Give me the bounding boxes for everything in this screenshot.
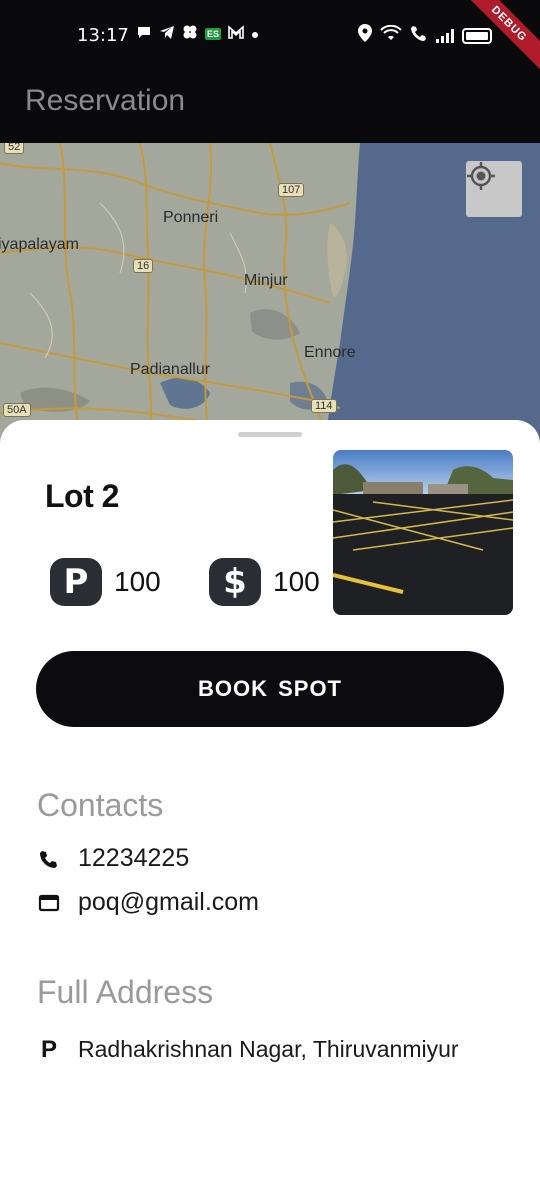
contacts-title: Contacts bbox=[37, 787, 164, 823]
system-icons bbox=[358, 24, 492, 47]
status-time: 13:17 bbox=[77, 25, 129, 46]
lot-name: Lot 2 bbox=[45, 478, 119, 514]
web-window-icon bbox=[38, 891, 60, 915]
gmail-icon bbox=[228, 25, 244, 42]
my-location-icon bbox=[467, 162, 495, 190]
parking-icon: P bbox=[40, 1035, 57, 1063]
phone-row[interactable]: 12234225 bbox=[38, 844, 189, 873]
email-address: poq@gmail.com bbox=[78, 888, 260, 916]
address-row: P Radhakrishnan Nagar, Thiruvanmiyur bbox=[38, 1036, 459, 1063]
parking-spots-stat: P 100 bbox=[50, 558, 161, 606]
my-location-button[interactable] bbox=[466, 161, 522, 217]
lot-photo bbox=[333, 450, 513, 615]
wifi-call-icon bbox=[410, 24, 428, 47]
map-terrain bbox=[0, 143, 540, 443]
lot-details-sheet: Lot 2 P 100 $ 100 BOOK SPOT Contacts 122… bbox=[0, 420, 540, 1200]
map-place-label: Ponneri bbox=[163, 209, 219, 226]
road-badge: 50A bbox=[3, 403, 31, 417]
telegram-icon bbox=[159, 24, 175, 43]
notification-icons: ES bbox=[136, 24, 259, 43]
es-app-icon: ES bbox=[205, 27, 222, 40]
status-bar: 13:17 ES DEBUG bbox=[0, 0, 540, 78]
battery-icon bbox=[462, 27, 492, 44]
parking-spots-value: 100 bbox=[114, 566, 161, 597]
location-icon bbox=[358, 24, 372, 47]
drag-handle[interactable] bbox=[238, 432, 302, 437]
wifi-icon bbox=[380, 24, 402, 46]
page-title: Reservation bbox=[25, 84, 186, 117]
map-place-label: Ennore bbox=[304, 344, 356, 361]
map-place-label: iyapalayam bbox=[0, 236, 79, 253]
pinwheel-icon bbox=[182, 24, 198, 43]
phone-icon bbox=[38, 847, 60, 871]
road-badge: 114 bbox=[311, 399, 337, 413]
book-spot-button[interactable]: BOOK SPOT bbox=[36, 651, 504, 727]
road-badge: 107 bbox=[278, 183, 305, 197]
full-address-title: Full Address bbox=[37, 974, 214, 1010]
map-place-label: Padianallur bbox=[130, 361, 211, 378]
dollar-icon: $ bbox=[209, 558, 261, 606]
price-stat: $ 100 bbox=[209, 558, 320, 606]
price-value: 100 bbox=[273, 566, 320, 597]
parking-icon: P bbox=[50, 558, 102, 606]
road-badge: 16 bbox=[133, 259, 154, 273]
more-dot-icon bbox=[251, 26, 259, 42]
email-row[interactable]: poq@gmail.com bbox=[38, 888, 259, 917]
road-badge: 52 bbox=[4, 143, 25, 154]
address-text: Radhakrishnan Nagar, Thiruvanmiyur bbox=[78, 1036, 459, 1062]
app-bar: Reservation bbox=[0, 72, 540, 143]
map-view[interactable]: Ponneri iyapalayam Minjur Ennore Padiana… bbox=[0, 143, 540, 443]
signal-icon bbox=[436, 28, 454, 43]
phone-number: 12234225 bbox=[78, 844, 190, 872]
chat-icon bbox=[136, 24, 152, 43]
map-place-label: Minjur bbox=[244, 272, 288, 289]
